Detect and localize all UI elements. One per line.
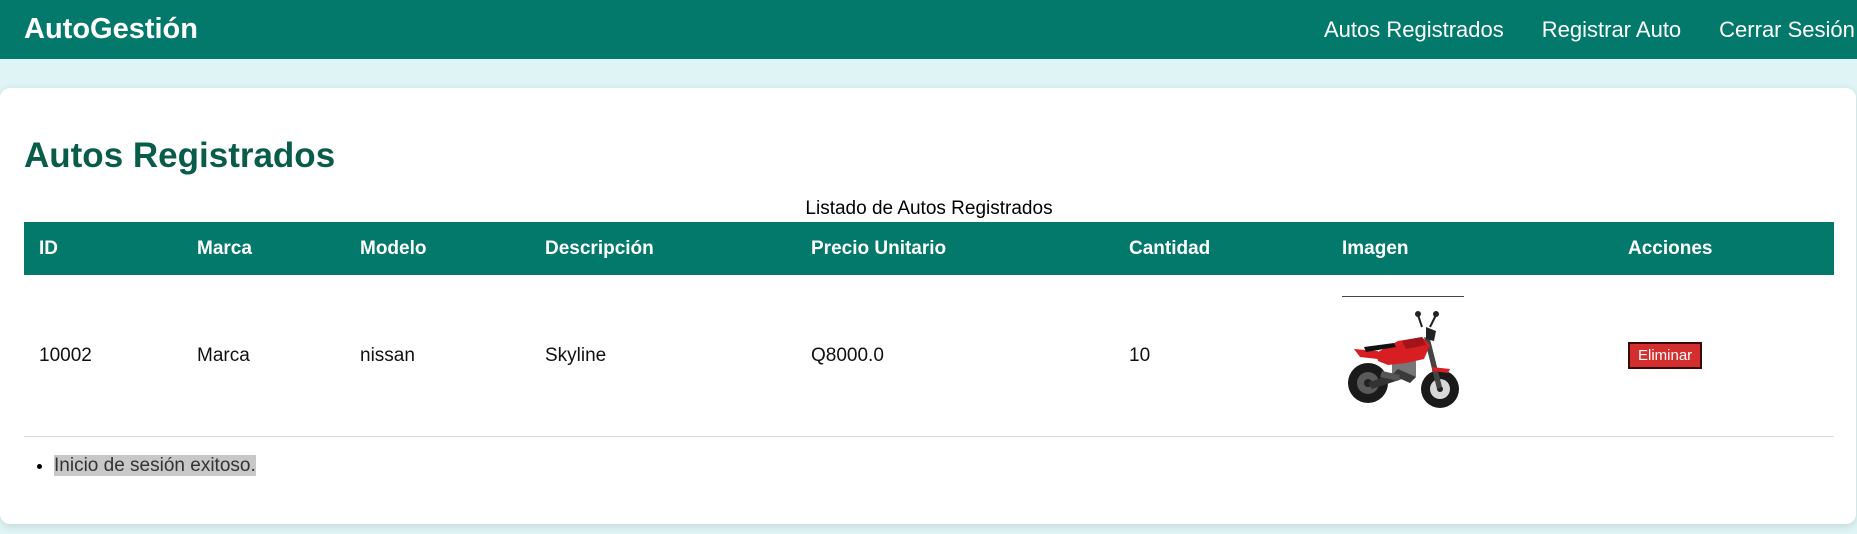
table-header-row: ID Marca Modelo Descripción Precio Unita…	[24, 222, 1834, 275]
column-header-id: ID	[24, 222, 182, 275]
column-header-modelo: Modelo	[345, 222, 530, 275]
cell-descripcion: Skyline	[530, 275, 796, 437]
table-caption: Listado de Autos Registrados	[805, 198, 1053, 219]
nav-link-registrar-auto[interactable]: Registrar Auto	[1542, 17, 1681, 43]
brand-logo[interactable]: AutoGestión	[24, 0, 198, 59]
cell-acciones: Eliminar	[1613, 275, 1834, 437]
column-header-descripcion: Descripción	[530, 222, 796, 275]
page-title: Autos Registrados	[24, 136, 336, 175]
cell-cantidad: 10	[1114, 275, 1327, 437]
nav-links: Autos Registrados Registrar Auto Cerrar …	[1324, 0, 1857, 59]
eliminar-button[interactable]: Eliminar	[1628, 342, 1703, 369]
column-header-marca: Marca	[182, 222, 345, 275]
message-text: Inicio de sesión exitoso.	[54, 455, 256, 476]
cell-precio: Q8000.0	[796, 275, 1114, 437]
column-header-precio-unitario: Precio Unitario	[796, 222, 1114, 275]
messages-list: Inicio de sesión exitoso.	[24, 455, 256, 477]
cell-id: 10002	[24, 275, 182, 437]
table-row: 10002 Marca nissan Skyline Q8000.0 10 El…	[24, 275, 1834, 437]
column-header-cantidad: Cantidad	[1114, 222, 1327, 275]
motorcycle-image	[1342, 296, 1464, 408]
cell-imagen	[1327, 275, 1613, 437]
message-item: Inicio de sesión exitoso.	[54, 455, 256, 477]
nav-link-cerrar-sesion[interactable]: Cerrar Sesión	[1719, 17, 1855, 43]
column-header-imagen: Imagen	[1327, 222, 1613, 275]
autos-table: ID Marca Modelo Descripción Precio Unita…	[24, 222, 1834, 437]
navbar: AutoGestión Autos Registrados Registrar …	[0, 0, 1857, 59]
column-header-acciones: Acciones	[1613, 222, 1834, 275]
nav-link-autos-registrados[interactable]: Autos Registrados	[1324, 17, 1504, 43]
cell-modelo: nissan	[345, 275, 530, 437]
cell-marca: Marca	[182, 275, 345, 437]
